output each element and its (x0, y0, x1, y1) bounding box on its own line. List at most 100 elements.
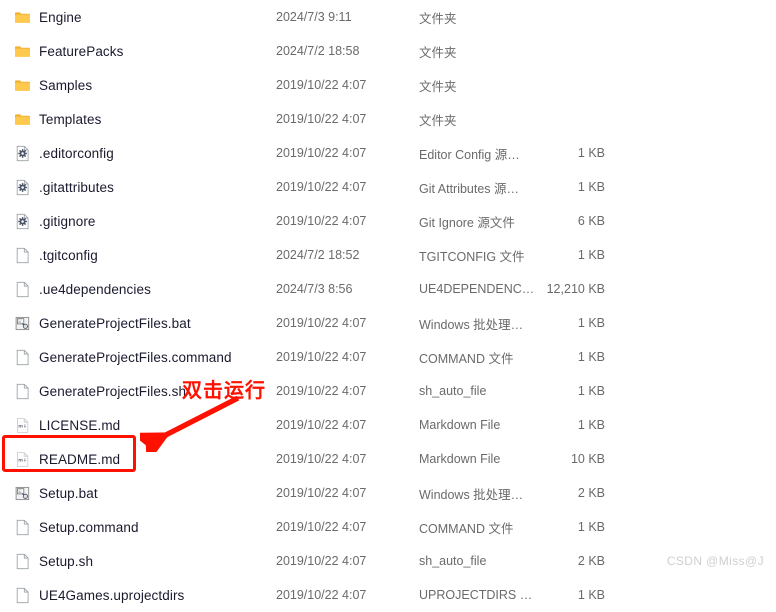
file-name-cell[interactable]: m ↓ LICENSE.md (14, 408, 120, 442)
file-name-cell[interactable]: .editorconfig (14, 136, 114, 170)
file-name-cell[interactable]: .gitattributes (14, 170, 114, 204)
blank-file-icon (14, 349, 31, 366)
file-name-cell[interactable]: .ue4dependencies (14, 272, 151, 306)
table-row[interactable]: Engine 2024/7/3 9:11 文件夹 (0, 0, 776, 34)
file-name-label: .editorconfig (39, 145, 114, 161)
file-name-label: GenerateProjectFiles.command (39, 349, 232, 365)
table-row[interactable]: .gitattributes 2019/10/22 4:07 Git Attribu… (0, 170, 776, 204)
date-modified-cell: 2019/10/22 4:07 (276, 520, 367, 534)
table-row[interactable]: FeaturePacks 2024/7/2 18:58 文件夹 (0, 34, 776, 68)
date-modified-cell: 2019/10/22 4:07 (276, 554, 367, 568)
file-size-cell (480, 102, 605, 136)
file-size-cell (480, 0, 605, 34)
date-modified-cell: 2019/10/22 4:07 (276, 588, 367, 602)
table-row[interactable]: .gitignore 2019/10/22 4:07 Git Ignore 源文件 6… (0, 204, 776, 238)
blank-file-icon (14, 281, 31, 298)
markdown-file-icon: m ↓ (14, 451, 31, 468)
file-size-cell: 6 KB (577, 214, 605, 228)
table-row[interactable]: UE4Games.uprojectdirs 2019/10/22 4:07 UPRO… (0, 578, 776, 612)
file-type-cell: 文件夹 (419, 11, 457, 26)
file-size-cell (480, 68, 605, 102)
file-size-cell: 10 KB (570, 452, 605, 466)
file-name-cell[interactable]: .gitignore (14, 204, 96, 238)
table-row[interactable]: GenerateProjectFiles.sh 2019/10/22 4:07 sh… (0, 374, 776, 408)
folder-icon (14, 77, 31, 94)
blank-file-icon (14, 247, 31, 264)
svg-text:↓: ↓ (23, 423, 27, 429)
date-modified-cell: 2019/10/22 4:07 (276, 486, 367, 500)
date-modified-cell: 2024/7/2 18:58 (276, 44, 360, 58)
file-name-cell[interactable]: GenerateProjectFiles.bat (14, 306, 191, 340)
table-row[interactable]: Setup.command 2019/10/22 4:07 COMMAND 文件 1 … (0, 510, 776, 544)
file-name-label: LICENSE.md (39, 417, 121, 433)
file-size-cell: 12,210 KB (546, 282, 605, 296)
config-file-icon (14, 213, 31, 230)
file-size-cell: 1 KB (577, 588, 605, 602)
file-name-cell[interactable]: GenerateProjectFiles.command (14, 340, 232, 374)
file-size-cell: 1 KB (577, 418, 605, 432)
table-row[interactable]: .editorconfig 2019/10/22 4:07 Editor Confi… (0, 136, 776, 170)
file-name-label: .gitattributes (39, 179, 114, 195)
file-name-label: GenerateProjectFiles.bat (39, 315, 191, 331)
file-size-cell: 1 KB (577, 316, 605, 330)
table-row[interactable]: m ↓ README.md 2019/10/22 4:07 Markdown File 1… (0, 442, 776, 476)
table-row[interactable]: GenerateProjectFiles.bat 2019/10/22 4:07 W… (0, 306, 776, 340)
file-name-label: Setup.bat (39, 485, 98, 501)
file-size-cell: 2 KB (577, 554, 605, 568)
file-name-label: .ue4dependencies (39, 281, 151, 297)
file-name-cell[interactable]: Templates (14, 102, 101, 136)
config-file-icon (14, 179, 31, 196)
table-row[interactable]: .ue4dependencies 2024/7/3 8:56 UE4DEPENDEN… (0, 272, 776, 306)
file-name-label: GenerateProjectFiles.sh (39, 383, 187, 399)
date-modified-cell: 2024/7/3 8:56 (276, 282, 353, 296)
file-size-cell: 1 KB (577, 180, 605, 194)
date-modified-cell: 2019/10/22 4:07 (276, 146, 367, 160)
file-type-cell: 文件夹 (419, 45, 457, 60)
date-modified-cell: 2019/10/22 4:07 (276, 418, 367, 432)
config-file-icon (14, 145, 31, 162)
date-modified-cell: 2024/7/3 9:11 (276, 10, 352, 24)
table-row[interactable]: Setup.sh 2019/10/22 4:07 sh_auto_file 2 KB (0, 544, 776, 578)
table-row[interactable]: GenerateProjectFiles.command 2019/10/22 4… (0, 340, 776, 374)
file-name-cell[interactable]: FeaturePacks (14, 34, 124, 68)
folder-icon (14, 43, 31, 60)
file-name-cell[interactable]: Samples (14, 68, 92, 102)
file-size-cell: 1 KB (577, 384, 605, 398)
file-name-cell[interactable]: Setup.bat (14, 476, 98, 510)
file-name-cell[interactable]: GenerateProjectFiles.sh (14, 374, 186, 408)
file-name-cell[interactable]: UE4Games.uprojectdirs (14, 578, 184, 612)
file-name-label: Templates (39, 111, 102, 127)
file-name-cell[interactable]: Engine (14, 0, 82, 34)
blank-file-icon (14, 383, 31, 400)
file-type-cell: sh_auto_file (419, 384, 487, 398)
file-name-cell[interactable]: Setup.sh (14, 544, 93, 578)
file-name-cell[interactable]: Setup.command (14, 510, 139, 544)
file-name-label: README.md (39, 451, 121, 467)
table-row[interactable]: Setup.bat 2019/10/22 4:07 Windows 批处理… 2 KB (0, 476, 776, 510)
file-size-cell: 1 KB (577, 520, 605, 534)
file-name-cell[interactable]: .tgitconfig (14, 238, 98, 272)
file-size-cell: 1 KB (577, 350, 605, 364)
markdown-file-icon: m ↓ (14, 417, 31, 434)
svg-text:↓: ↓ (23, 457, 27, 463)
batch-file-icon (14, 485, 31, 502)
blank-file-icon (14, 587, 31, 604)
date-modified-cell: 2019/10/22 4:07 (276, 384, 367, 398)
file-name-cell[interactable]: m ↓ README.md (14, 442, 120, 476)
blank-file-icon (14, 553, 31, 570)
file-size-cell: 1 KB (577, 248, 605, 262)
file-name-label: Samples (39, 77, 93, 93)
date-modified-cell: 2019/10/22 4:07 (276, 180, 367, 194)
file-list[interactable]: Engine 2024/7/3 9:11 文件夹 FeaturePacks 2024/7… (0, 0, 776, 603)
table-row[interactable]: Samples 2019/10/22 4:07 文件夹 (0, 68, 776, 102)
file-name-label: FeaturePacks (39, 43, 124, 59)
table-row[interactable]: Templates 2019/10/22 4:07 文件夹 (0, 102, 776, 136)
table-row[interactable]: m ↓ LICENSE.md 2019/10/22 4:07 Markdown File… (0, 408, 776, 442)
date-modified-cell: 2019/10/22 4:07 (276, 78, 367, 92)
file-type-cell: 文件夹 (419, 79, 457, 94)
date-modified-cell: 2019/10/22 4:07 (276, 350, 367, 364)
file-name-label: Setup.command (39, 519, 139, 535)
file-name-label: .gitignore (39, 213, 96, 229)
table-row[interactable]: .tgitconfig 2024/7/2 18:52 TGITCONFIG 文件 1 … (0, 238, 776, 272)
file-size-cell: 1 KB (577, 146, 605, 160)
